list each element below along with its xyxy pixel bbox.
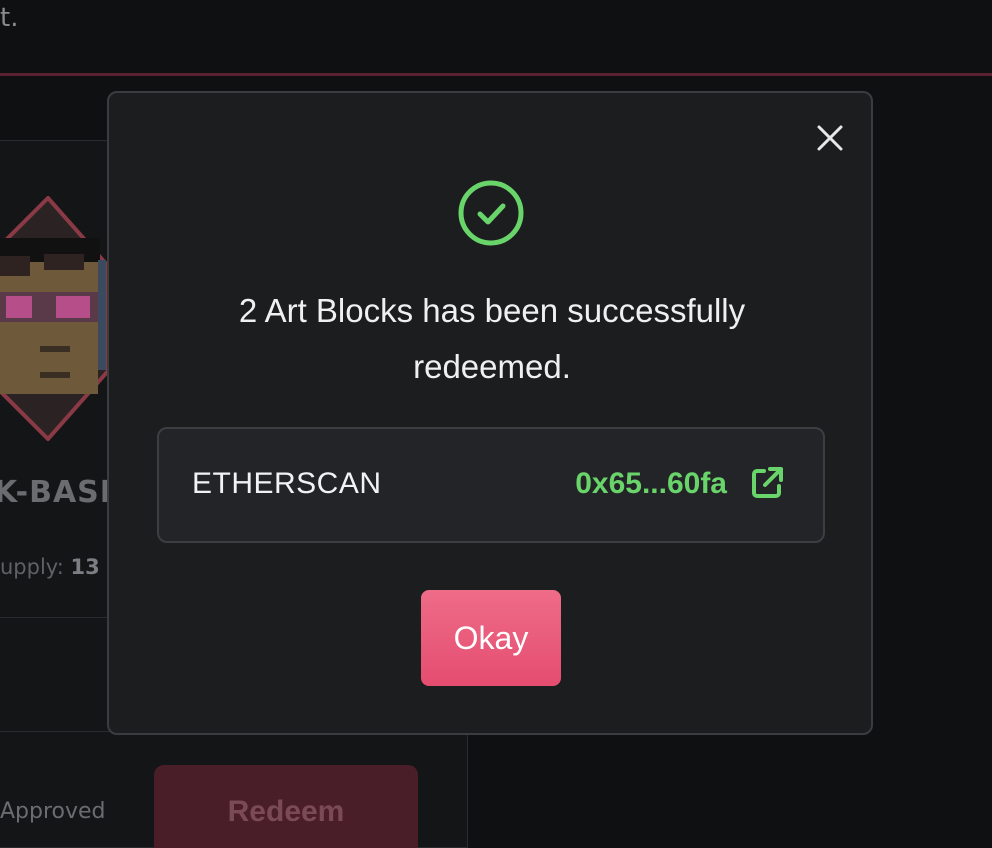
external-link-icon[interactable] (749, 465, 785, 501)
transaction-hash-link[interactable]: 0x65...60fa (575, 467, 727, 501)
nft-supply: upply: 13 (0, 555, 100, 579)
supply-label: upply: (0, 555, 64, 579)
close-button[interactable] (812, 120, 848, 156)
redeem-button: Redeem (154, 765, 418, 848)
explorer-label: ETHERSCAN (192, 467, 382, 500)
check-circle-icon (458, 180, 524, 246)
message-line: redeemed. (413, 348, 571, 385)
success-modal: 2 Art Blocks has been successfully redee… (107, 91, 873, 735)
close-icon (817, 125, 843, 151)
success-message: 2 Art Blocks has been successfully redee… (149, 283, 835, 395)
approved-status: Approved (0, 799, 106, 824)
page: t. K-BASIC upply: 13 Approved Redeem 2 A… (0, 0, 992, 848)
background-text: t. (0, 3, 19, 33)
etherscan-link-box: ETHERSCAN 0x65...60fa (157, 427, 825, 543)
nft-artwork (0, 196, 110, 441)
background-divider (0, 73, 992, 76)
okay-button[interactable]: Okay (421, 590, 561, 686)
supply-value: 13 (70, 555, 100, 579)
message-line: 2 Art Blocks has been successfully (238, 292, 746, 329)
